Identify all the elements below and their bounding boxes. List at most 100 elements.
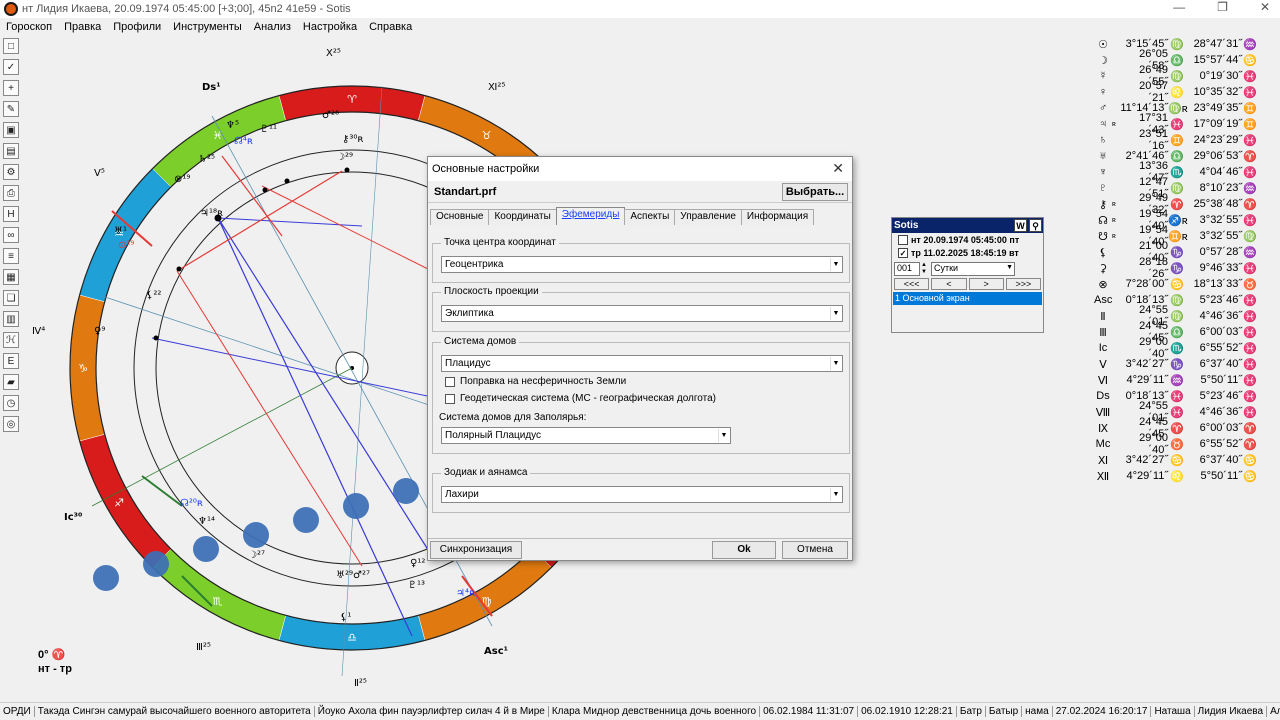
checkbox-box[interactable] bbox=[445, 376, 455, 387]
house-system-select[interactable]: Плацидус ▼ bbox=[441, 355, 843, 372]
planet-label-juno-transit: ♃⁴ʀ bbox=[456, 588, 475, 599]
close-icon[interactable]: ✕ bbox=[1260, 0, 1270, 14]
planet-glyph: ☉ bbox=[1098, 38, 1108, 51]
taskbar-item[interactable]: Лидия Икаева bbox=[1195, 706, 1268, 717]
add-icon[interactable]: + bbox=[3, 80, 19, 96]
planet-s2: ♈ bbox=[1243, 198, 1257, 211]
taskbar-item[interactable]: ОРДИ bbox=[0, 706, 35, 717]
link-icon[interactable]: ∞ bbox=[3, 227, 19, 243]
marker-dot[interactable] bbox=[93, 565, 119, 591]
planet-s1: ♑ bbox=[1170, 358, 1184, 371]
tab-coordinates[interactable]: Координаты bbox=[488, 209, 557, 225]
taskbar-item[interactable]: Йоуко Ахола фин пауэрлифтер силач 4 й в … bbox=[315, 706, 549, 717]
new-icon[interactable]: □ bbox=[3, 38, 19, 54]
ok-button[interactable]: Ok bbox=[712, 541, 776, 559]
chevron-down-icon: ▼ bbox=[830, 307, 841, 320]
ayanamsa-select[interactable]: Лахири ▼ bbox=[441, 486, 843, 503]
menu-edit[interactable]: Правка bbox=[64, 21, 101, 33]
menu-settings[interactable]: Настройка bbox=[303, 21, 357, 33]
folder-icon[interactable]: ▰ bbox=[3, 374, 19, 390]
taskbar-item[interactable]: Такэда Сингэн самурай высочайшего военно… bbox=[35, 706, 315, 717]
profile-name: Standart.prf bbox=[434, 185, 497, 198]
step-unit-select[interactable]: Сутки ▼ bbox=[931, 261, 1015, 276]
sync-button[interactable]: Синхронизация bbox=[430, 541, 522, 559]
planet-a: 29°00´40˝ bbox=[1139, 336, 1168, 360]
clock-icon[interactable]: ◷ bbox=[3, 395, 19, 411]
taskbar-item[interactable]: нама bbox=[1022, 706, 1053, 717]
marker-dot[interactable] bbox=[143, 551, 169, 577]
polar-house-select[interactable]: Полярный Плацидус ▼ bbox=[441, 427, 731, 444]
pages-icon[interactable]: ❏ bbox=[3, 290, 19, 306]
marker-dot[interactable] bbox=[343, 493, 369, 519]
h-icon[interactable]: H bbox=[3, 206, 19, 222]
planet-row: Ⅺ 3°42´27˝ ♋ 6°37´40˝ ♋ bbox=[1094, 452, 1280, 468]
planet-b: 9°46´33˝ bbox=[1199, 262, 1242, 274]
taskbar-item[interactable]: Александра bbox=[1267, 706, 1280, 717]
taskbar-item[interactable]: 06.02.1984 11:31:07 bbox=[760, 706, 859, 717]
choose-profile-button[interactable]: Выбрать... bbox=[782, 183, 848, 201]
transit-checkbox[interactable]: ✓ bbox=[898, 247, 908, 258]
tab-basic[interactable]: Основные bbox=[430, 209, 490, 225]
taskbar-item[interactable]: Батр bbox=[957, 706, 986, 717]
menu-profiles[interactable]: Профили bbox=[113, 21, 161, 33]
chevron-down-icon: ▼ bbox=[718, 429, 729, 442]
geodetic-checkbox[interactable]: Геодетическая система (MC - географическ… bbox=[445, 393, 716, 404]
house-label-xi: Ⅺ²⁵ bbox=[488, 82, 505, 93]
chevron-down-icon: ▼ bbox=[1006, 263, 1013, 271]
taskbar-item[interactable]: Наташа bbox=[1151, 706, 1195, 717]
screen-list-item[interactable]: 1 Основной экран bbox=[893, 292, 1042, 305]
earth-oblateness-checkbox[interactable]: Поправка на несферичность Земли bbox=[445, 376, 626, 387]
maximize-icon[interactable]: ❐ bbox=[1217, 0, 1228, 14]
taskbar-item[interactable]: 27.02.2024 16:20:17 bbox=[1053, 706, 1152, 717]
nav-fast-forward-button[interactable]: >>> bbox=[1005, 278, 1041, 290]
menu-horoscope[interactable]: Гороскоп bbox=[6, 21, 52, 33]
menu-analysis[interactable]: Анализ bbox=[254, 21, 291, 33]
layers-icon[interactable]: ▤ bbox=[3, 143, 19, 159]
nav-forward-button[interactable]: > bbox=[968, 278, 1004, 290]
taskbar-item[interactable]: Клара Миднор девственница дочь военного bbox=[549, 706, 761, 717]
sotis-row-natal[interactable]: нт 20.09.1974 05:45:00 пт bbox=[892, 233, 1043, 246]
sotis-title-bar: Sotis W ⚲ bbox=[892, 218, 1043, 233]
tab-aspects[interactable]: Аспекты bbox=[624, 209, 676, 225]
marker-dot[interactable] bbox=[393, 478, 419, 504]
menu-help[interactable]: Справка bbox=[369, 21, 412, 33]
minimize-icon[interactable]: — bbox=[1173, 0, 1185, 14]
sotis-row-transit[interactable]: ✓ тр 11.02.2025 18:45:19 вт bbox=[892, 246, 1043, 259]
planet-glyph: ♄ bbox=[1098, 134, 1108, 146]
bars-icon[interactable]: ▥ bbox=[3, 311, 19, 327]
settings-icon[interactable]: ⚙ bbox=[3, 164, 19, 180]
nav-back-button[interactable]: < bbox=[931, 278, 967, 290]
taskbar-item[interactable]: Батыр bbox=[986, 706, 1023, 717]
checkbox-box[interactable] bbox=[445, 393, 455, 404]
cancel-button[interactable]: Отмена bbox=[782, 541, 848, 559]
taskbar-item[interactable]: 06.02.1910 12:28:21 bbox=[858, 706, 957, 717]
tab-control[interactable]: Управление bbox=[674, 209, 742, 225]
h-script-icon[interactable]: ℋ bbox=[3, 332, 19, 348]
coordinate-center-select[interactable]: Геоцентрика ▼ bbox=[441, 256, 843, 273]
nav-fast-back-button[interactable]: <<< bbox=[894, 278, 930, 290]
menu-tools[interactable]: Инструменты bbox=[173, 21, 242, 33]
marker-dot[interactable] bbox=[293, 507, 319, 533]
marker-dot[interactable] bbox=[243, 522, 269, 548]
projection-plane-select[interactable]: Эклиптика ▼ bbox=[441, 305, 843, 322]
planet-row: ♄ 23°51´16˝ ♊ 24°23´29˝ ♓ bbox=[1094, 128, 1280, 152]
target-icon[interactable]: ◎ bbox=[3, 416, 19, 432]
list-icon[interactable]: ≡ bbox=[3, 248, 19, 264]
ec-icon[interactable]: E bbox=[3, 353, 19, 369]
step-spinner[interactable]: ▲ ▼ bbox=[920, 262, 928, 276]
tab-ephemerides[interactable]: Эфемериды bbox=[555, 207, 626, 225]
planet-s2: ♓ bbox=[1243, 358, 1257, 371]
pin-icon[interactable]: ⚲ bbox=[1029, 219, 1042, 232]
print-icon[interactable]: ⎙ bbox=[3, 185, 19, 201]
chart-icon[interactable]: ▦ bbox=[3, 269, 19, 285]
image-icon[interactable]: ▣ bbox=[3, 122, 19, 138]
close-icon[interactable]: ✕ bbox=[832, 160, 844, 177]
tab-info[interactable]: Информация bbox=[740, 209, 815, 225]
marker-dot[interactable] bbox=[193, 536, 219, 562]
step-input[interactable]: 001 bbox=[894, 261, 920, 276]
check-icon[interactable]: ✓ bbox=[3, 59, 19, 75]
natal-checkbox[interactable] bbox=[898, 234, 908, 245]
w-button[interactable]: W bbox=[1014, 219, 1027, 232]
transit-row-label: тр 11.02.2025 18:45:19 вт bbox=[911, 247, 1019, 258]
edit-icon[interactable]: ✎ bbox=[3, 101, 19, 117]
